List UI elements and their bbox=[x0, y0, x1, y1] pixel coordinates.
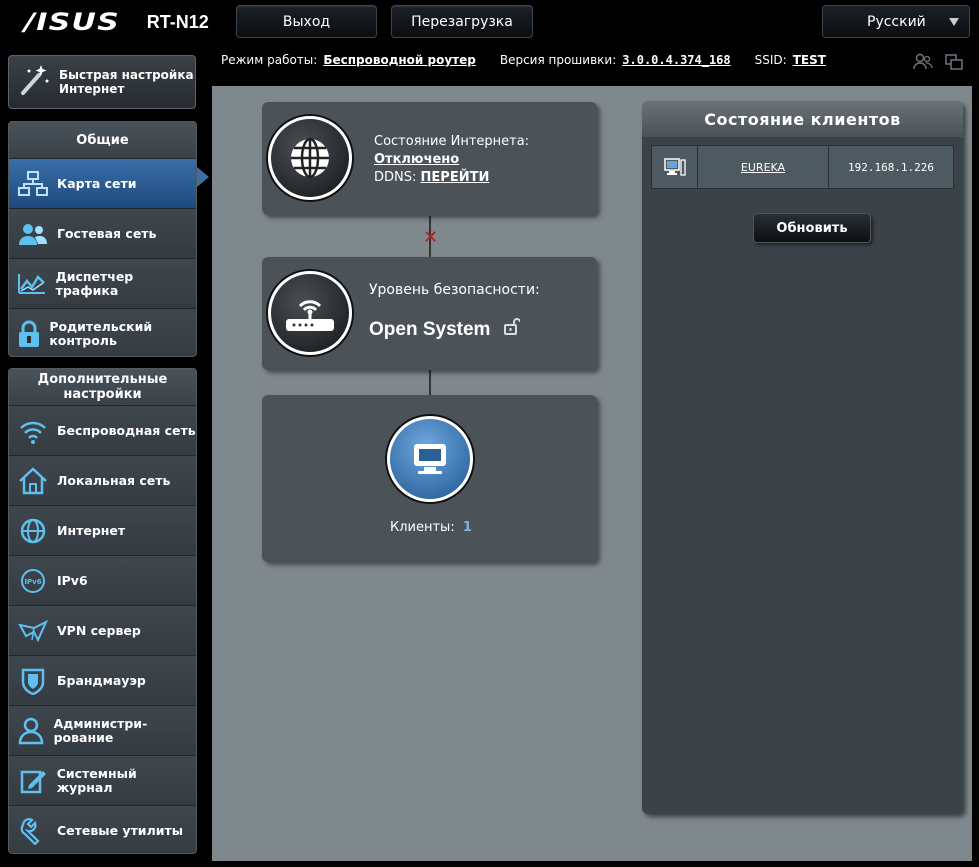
internet-status-card[interactable]: Состояние Интернета: Отключено DDNS: ПЕР… bbox=[262, 102, 597, 215]
quick-setup-button[interactable]: Быстрая настройка Интернет bbox=[8, 55, 196, 109]
user-admin-icon bbox=[9, 717, 54, 745]
client-status-panel: Состояние клиентов EUREKA 192.168.1.226 … bbox=[642, 101, 963, 814]
router-security-card[interactable]: Уровень безопасности: Open System bbox=[262, 257, 597, 370]
sidebar-item-label: Брандмауэр bbox=[57, 672, 146, 688]
disconnected-x-icon: ✕ bbox=[423, 227, 439, 248]
reboot-button[interactable]: Перезагрузка bbox=[391, 5, 533, 38]
client-row[interactable]: EUREKA 192.168.1.226 bbox=[651, 145, 954, 189]
refresh-button[interactable]: Обновить bbox=[753, 213, 871, 243]
globe-icon bbox=[9, 517, 57, 545]
general-menu: Общие Карта сети Гостевая сеть Диспетчер… bbox=[8, 121, 197, 357]
internet-status-label: Состояние Интернета: bbox=[374, 134, 530, 149]
sidebar-item-label: Сетевые утилиты bbox=[57, 822, 184, 838]
logout-button[interactable]: Выход bbox=[236, 5, 377, 38]
globe-icon bbox=[268, 116, 352, 200]
active-item-pointer bbox=[197, 167, 209, 187]
sidebar-item-label: Администри-рование bbox=[53, 715, 148, 745]
ddns-link[interactable]: ПЕРЕЙТИ bbox=[421, 170, 490, 185]
traffic-manager-icon bbox=[9, 271, 56, 297]
clients-label: Клиенты: bbox=[390, 520, 455, 535]
sidebar-item-network-map[interactable]: Карта сети bbox=[9, 158, 196, 208]
sidebar-item-label: Системный журнал bbox=[56, 765, 137, 795]
client-panel-title: Состояние клиентов bbox=[642, 101, 963, 137]
computer-icon bbox=[652, 146, 698, 188]
firmware-label: Версия прошивки: bbox=[499, 53, 617, 67]
clients-count-link[interactable]: 1 bbox=[463, 520, 472, 535]
brand-logo: /ISUS bbox=[24, 8, 120, 36]
security-level-label: Уровень безопасности: bbox=[369, 282, 540, 298]
clients-status-icon[interactable] bbox=[912, 52, 934, 72]
guest-network-icon bbox=[9, 221, 57, 247]
wrench-icon bbox=[9, 817, 57, 845]
ipv6-icon: IPv6 bbox=[9, 567, 57, 595]
advanced-menu: Дополнительные настройки Беспроводная се… bbox=[8, 368, 197, 854]
router-icon bbox=[268, 271, 352, 355]
sidebar-item-parental-control[interactable]: Родительский контроль bbox=[9, 308, 196, 356]
sidebar-item-label: Беспроводная сеть bbox=[57, 422, 196, 438]
sidebar-item-label: Диспетчер трафика bbox=[55, 268, 134, 298]
asus-logo: /ISUS RT-N12 bbox=[24, 8, 209, 36]
wireless-icon bbox=[9, 418, 57, 444]
sidebar-item-guest-network[interactable]: Гостевая сеть bbox=[9, 208, 196, 258]
sidebar-item-label: Интернет bbox=[57, 522, 126, 538]
sidebar-item-administration[interactable]: Администри-рование bbox=[9, 705, 196, 755]
windows-status-icon[interactable] bbox=[944, 52, 964, 72]
chevron-down-icon bbox=[949, 18, 959, 26]
edit-log-icon bbox=[9, 767, 57, 795]
vpn-icon bbox=[9, 619, 57, 643]
sidebar-item-label: Локальная сеть bbox=[57, 472, 171, 488]
sidebar-item-traffic-manager[interactable]: Диспетчер трафика bbox=[9, 258, 196, 308]
connector-line bbox=[429, 370, 431, 395]
lock-icon bbox=[9, 320, 49, 348]
magic-wand-icon bbox=[17, 63, 51, 101]
home-icon bbox=[9, 466, 57, 495]
ddns-label: DDNS: bbox=[374, 170, 417, 185]
network-map-icon bbox=[9, 170, 57, 197]
status-info-bar: Режим работы: Беспроводной роутер Версия… bbox=[221, 53, 826, 67]
sidebar-item-label: Гостевая сеть bbox=[57, 225, 157, 241]
sidebar-item-label: Карта сети bbox=[57, 175, 137, 191]
internet-status-link[interactable]: Отключено bbox=[374, 151, 529, 169]
quick-setup-label: Быстрая настройка Интернет bbox=[59, 68, 194, 96]
sidebar-item-firewall[interactable]: Брандмауэр bbox=[9, 655, 196, 705]
mode-value-link[interactable]: Беспроводной роутер bbox=[323, 53, 476, 67]
language-select[interactable]: Русский bbox=[822, 5, 970, 38]
general-menu-title: Общие bbox=[9, 122, 196, 158]
sidebar-item-vpn[interactable]: VPN сервер bbox=[9, 605, 196, 655]
svg-text:IPv6: IPv6 bbox=[24, 578, 41, 586]
sidebar-item-network-tools[interactable]: Сетевые утилиты bbox=[9, 805, 196, 853]
language-value: Русский bbox=[867, 13, 926, 30]
clients-card[interactable]: Клиенты: 1 bbox=[262, 395, 597, 562]
sidebar-item-system-log[interactable]: Системный журнал bbox=[9, 755, 196, 805]
sidebar-item-ipv6[interactable]: IPv6 IPv6 bbox=[9, 555, 196, 605]
sidebar-item-label: VPN сервер bbox=[57, 622, 141, 638]
firmware-version-link[interactable]: 3.0.0.4.374_168 bbox=[622, 53, 730, 67]
security-level-value[interactable]: Open System bbox=[369, 319, 490, 341]
sidebar-item-internet[interactable]: Интернет bbox=[9, 505, 196, 555]
mode-label: Режим работы: bbox=[221, 53, 318, 67]
client-ip: 192.168.1.226 bbox=[847, 160, 935, 174]
ssid-value-link[interactable]: TEST bbox=[793, 53, 826, 67]
router-model: RT-N12 bbox=[146, 11, 209, 32]
monitor-icon bbox=[387, 416, 473, 502]
unlock-icon bbox=[504, 317, 521, 339]
sidebar-item-wireless[interactable]: Беспроводная сеть bbox=[9, 405, 196, 455]
sidebar-item-label: Родительский контроль bbox=[49, 318, 153, 348]
shield-icon bbox=[9, 667, 57, 695]
sidebar-item-label: IPv6 bbox=[57, 572, 88, 588]
ssid-label: SSID: bbox=[754, 53, 787, 67]
client-name-link[interactable]: EUREKA bbox=[698, 146, 829, 188]
advanced-menu-title: Дополнительные настройки bbox=[9, 369, 196, 405]
sidebar-item-lan[interactable]: Локальная сеть bbox=[9, 455, 196, 505]
